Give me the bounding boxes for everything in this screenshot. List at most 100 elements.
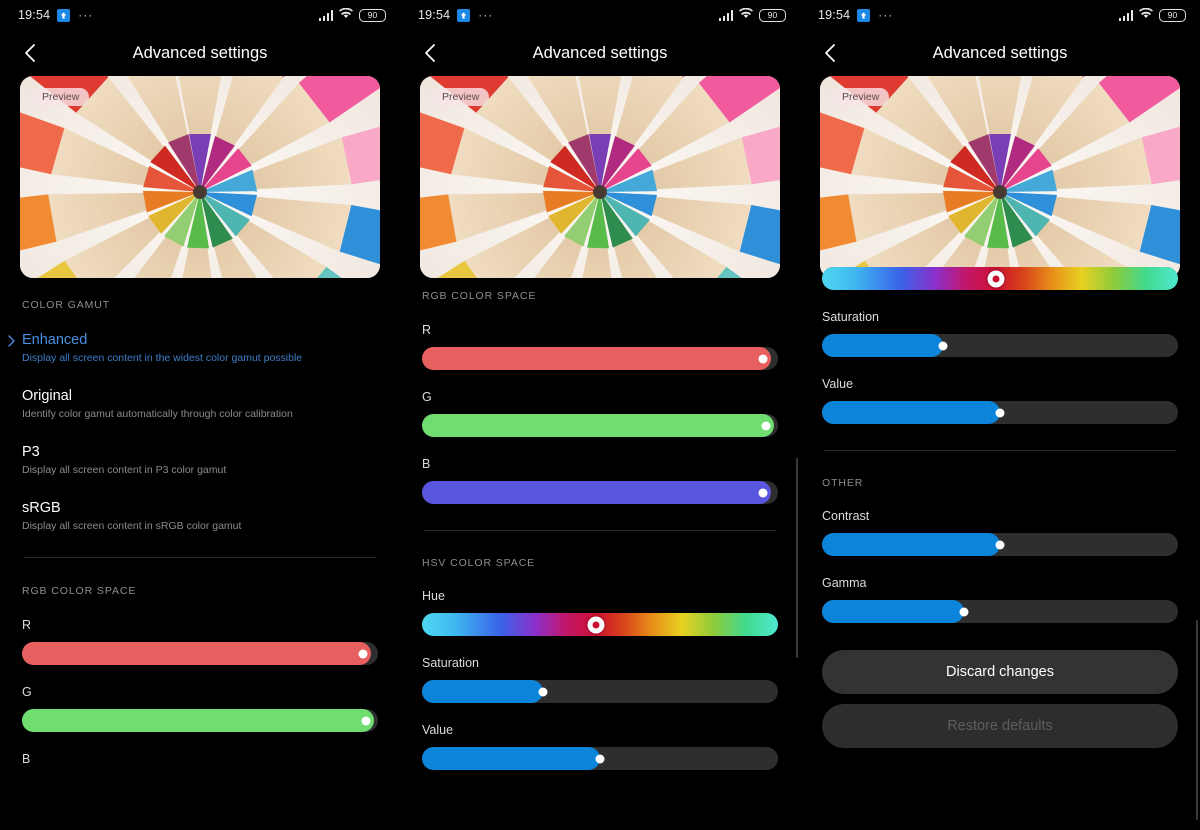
slider-fill: [422, 481, 771, 504]
slider-row-b: B: [22, 752, 378, 766]
status-time: 19:54: [818, 8, 851, 22]
slider-fill: [822, 401, 1000, 424]
slider-g[interactable]: [22, 709, 378, 732]
gamut-option-original[interactable]: Original Identify color gamut automatica…: [22, 388, 378, 420]
colored-pencils-radial-icon: [20, 76, 380, 278]
slider-knob[interactable]: [758, 488, 768, 497]
slider-contrast[interactable]: [822, 533, 1178, 556]
preview-card-wrap-2: Preview: [400, 76, 800, 278]
gamut-option-p3[interactable]: P3 Display all screen content in P3 colo…: [22, 444, 378, 476]
preview-card-wrap-3: Preview: [800, 76, 1200, 278]
battery-indicator: 90: [359, 8, 386, 22]
slider-label-r: R: [22, 618, 32, 632]
status-time: 19:54: [18, 8, 51, 22]
slider-b[interactable]: [422, 481, 778, 504]
slider-gamma[interactable]: [822, 600, 1178, 623]
slider-row-b: B: [422, 457, 778, 504]
slider-knob[interactable]: [995, 408, 1005, 417]
wifi-icon: [339, 7, 353, 22]
scrollbar-thumb[interactable]: [1196, 620, 1198, 820]
slider-fill: [422, 414, 775, 437]
slider-label-b: B: [422, 457, 431, 471]
scrollbar-thumb[interactable]: [796, 458, 798, 658]
gamut-option-name: Enhanced: [22, 332, 88, 348]
section-label-hsv: HSV COLOR SPACE: [422, 557, 536, 569]
page-title: Advanced settings: [932, 43, 1068, 62]
status-bar-2: 19:54 ··· 90: [400, 0, 800, 30]
slider-knob[interactable]: [587, 616, 605, 633]
section-label-color-gamut: COLOR GAMUT: [22, 299, 111, 311]
slider-label-contrast: Contrast: [822, 509, 870, 523]
slider-value[interactable]: [822, 401, 1178, 424]
upload-arrow-icon: [57, 8, 71, 22]
slider-row-hue: [822, 267, 1178, 290]
slider-row-value: Value: [822, 377, 1178, 424]
slider-knob[interactable]: [995, 540, 1005, 549]
page-title: Advanced settings: [532, 43, 668, 62]
slider-saturation[interactable]: [422, 680, 778, 703]
status-right-group: 90: [318, 7, 386, 22]
slider-saturation[interactable]: [822, 334, 1178, 357]
slider-r[interactable]: [22, 642, 378, 665]
section-label-rgb: RGB COLOR SPACE: [422, 290, 537, 302]
gamut-option-name: sRGB: [22, 500, 61, 516]
screenshot-triptych: 19:54 ··· 90 Advanced settings Preview C…: [0, 0, 1200, 830]
app-bar-1: Advanced settings: [0, 30, 400, 76]
slider-row-contrast: Contrast: [822, 509, 1178, 556]
slider-value[interactable]: [422, 747, 778, 770]
slider-hue[interactable]: [422, 613, 778, 636]
slider-knob[interactable]: [987, 270, 1005, 287]
slider-row-g: G: [422, 390, 778, 437]
preview-image: Preview: [20, 76, 380, 278]
discard-changes-button[interactable]: Discard changes: [822, 650, 1178, 694]
slider-fill: [422, 680, 544, 703]
cellular-signal-icon: [1118, 9, 1133, 21]
chevron-right-icon: [6, 334, 18, 348]
slider-knob[interactable]: [758, 354, 768, 363]
slider-label-value: Value: [422, 723, 454, 737]
screen2-content: RGB COLOR SPACE R G B HSV COLOR SPACE Hu…: [400, 290, 800, 770]
section-divider: [824, 450, 1176, 451]
slider-label-hue: Hue: [422, 589, 445, 603]
slider-g[interactable]: [422, 414, 778, 437]
slider-fill: [22, 709, 375, 732]
slider-knob[interactable]: [358, 649, 368, 658]
status-bar-1: 19:54 ··· 90: [0, 0, 400, 30]
restore-defaults-button[interactable]: Restore defaults: [822, 704, 1178, 748]
slider-label-r: R: [422, 323, 432, 337]
cellular-signal-icon: [718, 9, 733, 21]
slider-label-saturation: Saturation: [822, 310, 879, 324]
gamut-option-enhanced[interactable]: Enhanced Display all screen content in t…: [8, 332, 378, 364]
slider-row-saturation: Saturation: [422, 656, 778, 703]
gamut-option-desc: Display all screen content in the widest…: [22, 352, 303, 364]
slider-row-g: G: [22, 685, 378, 732]
slider-row-value: Value: [422, 723, 778, 770]
slider-knob[interactable]: [761, 421, 771, 430]
slider-knob[interactable]: [538, 687, 548, 696]
page-title: Advanced settings: [132, 43, 268, 62]
slider-fill: [22, 642, 371, 665]
screen-rgb-hsv: 19:54 ··· 90 Advanced settings Preview R…: [400, 0, 800, 830]
slider-hue[interactable]: [822, 267, 1178, 290]
slider-knob[interactable]: [361, 716, 371, 725]
back-chevron-icon[interactable]: [818, 40, 844, 66]
slider-knob[interactable]: [595, 754, 605, 763]
preview-card-wrap-1: Preview: [0, 76, 400, 278]
slider-knob[interactable]: [959, 607, 969, 616]
slider-label-g: G: [422, 390, 432, 404]
gamut-option-srgb[interactable]: sRGB Display all screen content in sRGB …: [22, 500, 378, 532]
preview-badge: Preview: [32, 88, 90, 106]
slider-knob[interactable]: [938, 341, 948, 350]
gamut-option-desc: Display all screen content in sRGB color…: [22, 520, 242, 532]
slider-fill: [422, 347, 771, 370]
slider-row-saturation: Saturation: [822, 310, 1178, 357]
slider-label-saturation: Saturation: [422, 656, 479, 670]
screen-hsv-other: 19:54 ··· 90 Advanced settings Preview S…: [800, 0, 1200, 830]
screen1-content: COLOR GAMUT Enhanced Display all screen …: [0, 299, 400, 766]
back-chevron-icon[interactable]: [418, 40, 444, 66]
slider-fill: [422, 747, 600, 770]
back-chevron-icon[interactable]: [18, 40, 44, 66]
gamut-option-desc: Display all screen content in P3 color g…: [22, 464, 227, 476]
slider-r[interactable]: [422, 347, 778, 370]
preview-badge: Preview: [832, 88, 890, 106]
